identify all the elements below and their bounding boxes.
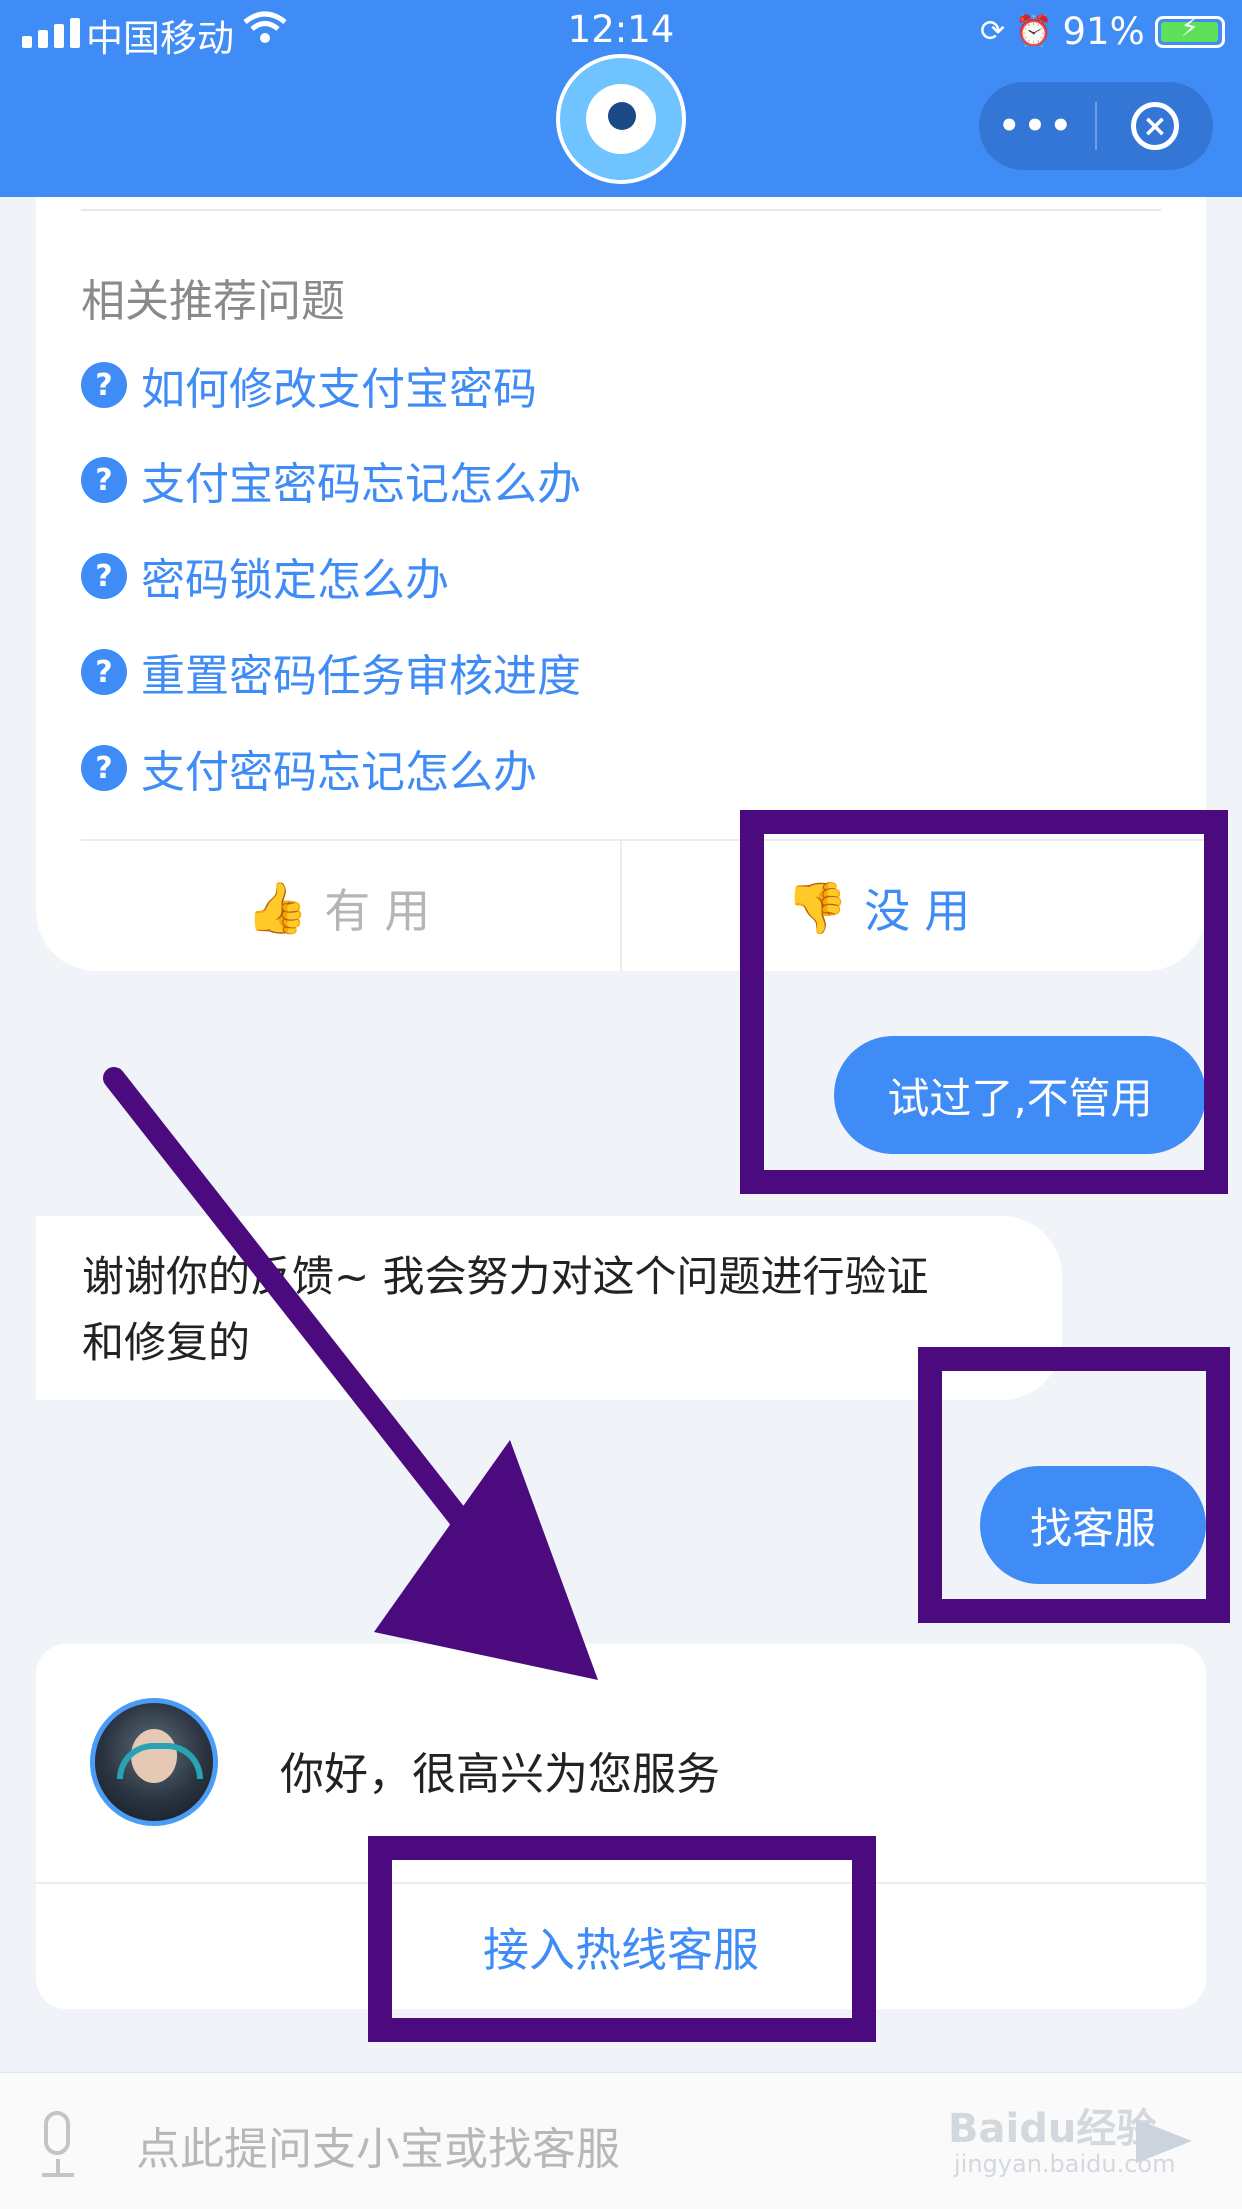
baidu-watermark-url: jingyan.baidu.com: [954, 2150, 1176, 2178]
annotation-arrow: [103, 1067, 598, 1680]
baidu-watermark: Baidu经验: [948, 2106, 1157, 2152]
